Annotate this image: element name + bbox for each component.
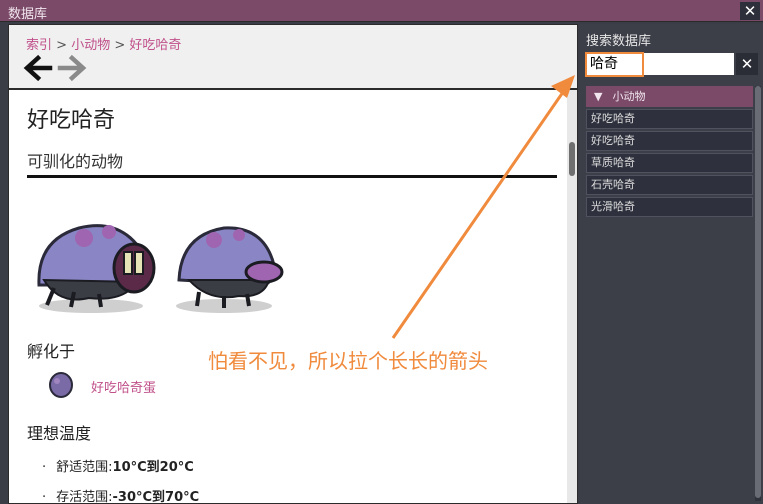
annotation-arrow (391, 75, 575, 339)
annotation-text: 怕看不见，所以拉个长长的箭头 (208, 349, 488, 373)
